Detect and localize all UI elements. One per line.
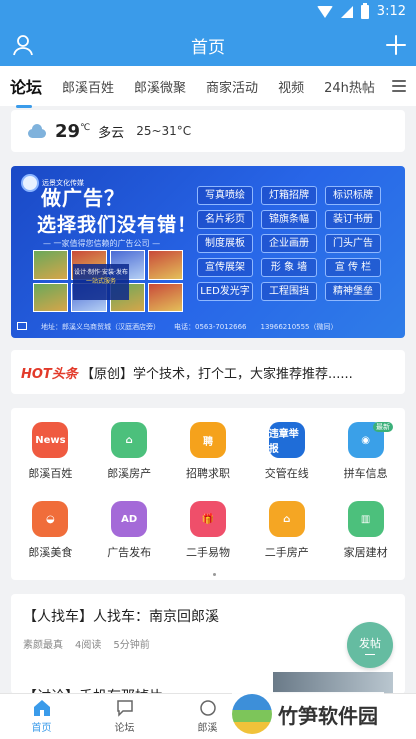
service-pill: 宣 传 栏 — [325, 258, 381, 277]
service-pill: 名片彩页 — [197, 210, 253, 229]
wifi-icon — [316, 5, 333, 18]
grid-item-zhaopin[interactable]: 聘 招聘求职 — [169, 422, 248, 501]
home-icon — [33, 700, 50, 716]
recruit-icon: 聘 — [189, 422, 226, 458]
weather-range: 25~31°C — [136, 124, 192, 138]
status-bar: 3:12 — [0, 0, 416, 26]
food-icon: ◒ — [32, 501, 69, 537]
service-pill: 制度展板 — [197, 234, 253, 253]
grid-item-langxi-fangchan[interactable]: ⌂ 郎溪房产 — [90, 422, 169, 501]
chat-icon — [116, 700, 133, 717]
service-pill: 装订书册 — [325, 210, 381, 229]
menu-icon[interactable] — [392, 80, 406, 92]
traffic-report-icon: 违章举报 — [268, 422, 305, 458]
paint-roller-icon: ▥ — [347, 501, 384, 537]
post-title[interactable]: 【人找车】人找车：南京回郎溪 — [23, 606, 393, 626]
grid-item-meishi[interactable]: ◒ 郎溪美食 — [11, 501, 90, 580]
new-post-button[interactable]: 发帖 — [347, 622, 393, 668]
service-pill: 工程围挡 — [261, 282, 317, 301]
app-bar: 首页 — [0, 26, 416, 66]
grid-item-ershou-fangchan[interactable]: ⌂ 二手房产 — [247, 501, 326, 580]
house-icon: ⌂ — [111, 422, 148, 458]
weather-condition: 多云 — [98, 125, 125, 141]
headline-news[interactable]: HOT头条 【原创】学个技术，打个工，大家推荐推荐...... — [11, 350, 405, 394]
hot-tag: HOT头条 — [21, 366, 78, 382]
tab-langxi-weiju[interactable]: 郎溪微聚 — [134, 77, 186, 96]
service-pill: 写真喷绘 — [197, 186, 253, 205]
tab-shipin[interactable]: 视频 — [278, 77, 304, 96]
news-icon: News — [32, 422, 69, 458]
cloud-icon — [25, 124, 47, 138]
grid-item-pinche[interactable]: ◉ 拼车信息 最新 — [326, 422, 405, 501]
plus-icon[interactable] — [385, 34, 407, 56]
service-pill: 门头广告 — [325, 234, 381, 253]
service-pill: 灯箱招牌 — [261, 186, 317, 205]
tab-langxi-baixing[interactable]: 郎溪百姓 — [62, 77, 114, 96]
battery-icon — [360, 2, 369, 19]
watermark-logo-icon — [232, 694, 272, 734]
status-time: 3:12 — [376, 4, 406, 19]
category-tabs: 论坛 郎溪百姓 郎溪微聚 商家活动 视频 24h热帖 — [0, 66, 416, 108]
service-pill: 精神堡垒 — [325, 282, 381, 301]
service-pill: 标识标牌 — [325, 186, 381, 205]
post-author: 素颜最真 — [23, 640, 63, 651]
ad-banner[interactable]: 远景文化传媒 做广告？ 选择我们没有错！ — 一家值得您信赖的广告公司 — 设计… — [11, 166, 405, 338]
post-card[interactable]: 【人找车】人找车：南京回郎溪 素颜最真 4阅读 5分钟前 【讨论】手机存那掉片 — [11, 594, 405, 705]
service-pill: 形 象 墙 — [261, 258, 317, 277]
gift-icon: 🎁 — [189, 501, 226, 537]
service-pill: 宣传展架 — [197, 258, 253, 277]
post-time: 5分钟前 — [113, 640, 150, 651]
post-meta: 素颜最真 4阅读 5分钟前 — [23, 636, 393, 651]
feature-grid: News 郎溪百姓 ⌂ 郎溪房产 聘 招聘求职 违章举报 交管在线 ◉ 拼车信息… — [11, 408, 405, 580]
image-icon — [17, 322, 27, 330]
headline-text[interactable]: 【原创】学个技术，打个工，大家推荐推荐...... — [81, 363, 353, 382]
weather-temp: 29℃ — [55, 120, 91, 142]
page-title: 首页 — [191, 38, 225, 58]
house-icon: ⌂ — [268, 501, 305, 537]
ad-icon: AD — [111, 501, 148, 537]
status-icons: 3:12 — [316, 2, 406, 19]
grid-item-langxi-baixing[interactable]: News 郎溪百姓 — [11, 422, 90, 501]
banner-headline: 做广告？ — [41, 186, 125, 210]
grid-item-guanggao[interactable]: AD 广告发布 — [90, 501, 169, 580]
signal-icon — [340, 5, 353, 18]
banner-service-list: 写真喷绘 灯箱招牌 标识标牌 名片彩页 锦旗条幅 装订书册 制度展板 企业画册 … — [197, 186, 381, 301]
grid-item-ershou-yiwu[interactable]: 🎁 二手易物 — [169, 501, 248, 580]
service-pill: 企业画册 — [261, 234, 317, 253]
nav-home[interactable]: 首页 — [0, 694, 83, 739]
grid-item-jiaju[interactable]: ▥ 家居建材 — [326, 501, 405, 580]
service-pill: LED发光字 — [197, 282, 253, 301]
grid-item-jiaoguan[interactable]: 违章举报 交管在线 — [247, 422, 326, 501]
tab-shangjia-huodong[interactable]: 商家活动 — [206, 77, 258, 96]
new-badge: 最新 — [373, 422, 393, 432]
banner-contact: 地址：郎溪义乌商贸城（汉庭酒店旁） 电话：0563-7012666 139662… — [17, 322, 399, 332]
banner-headline2: 选择我们没有错！ — [37, 214, 198, 236]
banner-tagline: — 一家值得您信赖的广告公司 — — [43, 239, 161, 248]
tab-24h-hot[interactable]: 24h热帖 — [324, 77, 375, 96]
tab-luntan[interactable]: 论坛 — [10, 74, 42, 108]
banner-service-box: 设计·制作·安装·发布 一站式服务 — [73, 264, 129, 300]
service-pill: 锦旗条幅 — [261, 210, 317, 229]
brand-logo-icon — [21, 174, 39, 192]
post-reads: 4阅读 — [75, 640, 102, 651]
weather-card: 29℃ 多云 25~31°C — [11, 110, 405, 152]
nav-forum[interactable]: 论坛 — [83, 694, 166, 739]
discover-icon — [199, 700, 216, 716]
watermark: 竹笋软件园 — [232, 692, 384, 736]
page-indicator — [213, 573, 216, 576]
